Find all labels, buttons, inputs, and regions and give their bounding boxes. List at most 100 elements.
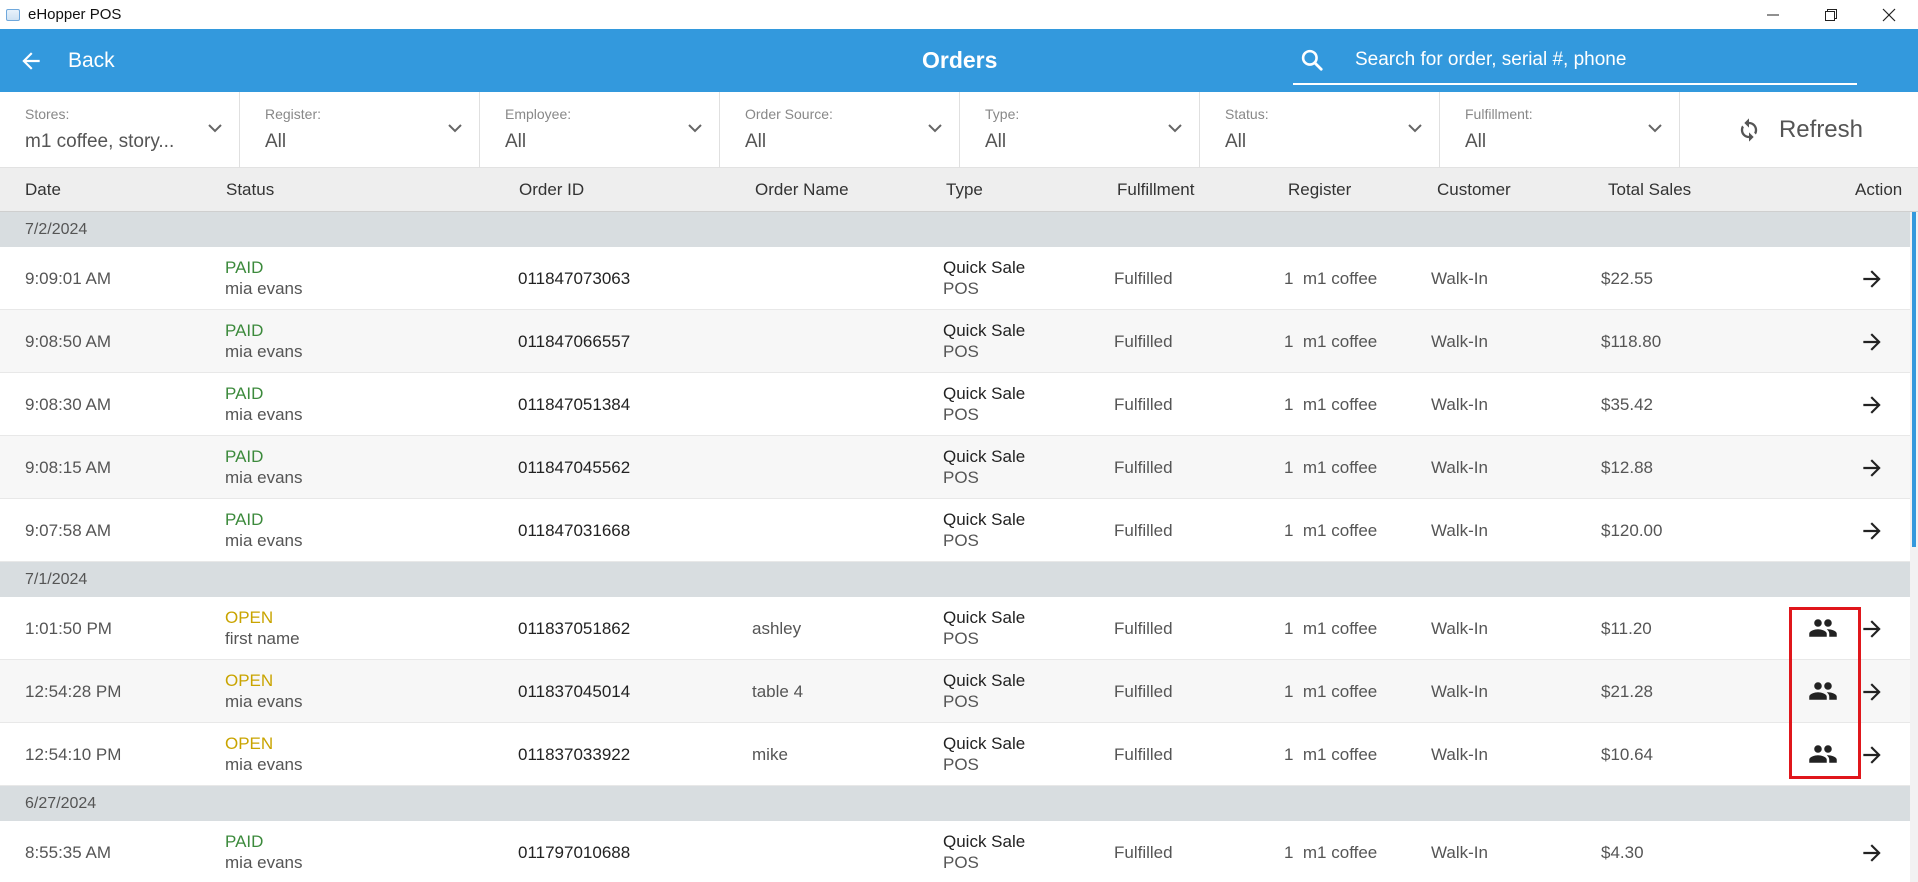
filter-employee[interactable]: Employee: All (480, 92, 720, 168)
minimize-button[interactable] (1744, 0, 1802, 29)
guests-icon[interactable] (1808, 613, 1838, 643)
table-row[interactable]: 9:08:15 AM PAID mia evans 011847045562 Q… (0, 436, 1910, 499)
order-name: mike (752, 745, 788, 764)
type-cell: Quick Sale POS (943, 257, 1025, 299)
column-header-order-id[interactable]: Order ID (519, 168, 584, 211)
column-header-register[interactable]: Register (1288, 168, 1351, 211)
total-sales: $21.28 (1601, 682, 1653, 701)
order-source: POS (943, 629, 979, 648)
open-order-arrow-icon[interactable] (1859, 266, 1885, 292)
search-input[interactable] (1355, 49, 1835, 71)
date-group-header: 7/2/2024 (0, 212, 1910, 247)
search-bar[interactable] (1293, 37, 1857, 85)
table-header: Date Status Order ID Order Name Type Ful… (0, 168, 1918, 212)
order-type: Quick Sale (943, 384, 1026, 403)
back-button[interactable]: Back (18, 29, 115, 92)
order-type: Quick Sale (943, 258, 1026, 277)
status-cell: OPEN first name (225, 607, 300, 649)
scrollbar[interactable] (1910, 212, 1918, 882)
status-badge: OPEN (225, 671, 274, 690)
open-order-arrow-icon[interactable] (1859, 518, 1885, 544)
app-logo-icon (6, 8, 20, 21)
order-source: POS (943, 405, 979, 424)
total-sales: $4.30 (1601, 843, 1644, 862)
filter-stores[interactable]: Stores: m1 coffee, story... (0, 92, 240, 168)
order-time: 9:09:01 AM (25, 269, 112, 288)
open-order-arrow-icon[interactable] (1859, 742, 1885, 768)
date-group-header: 6/27/2024 (0, 786, 1910, 821)
filter-order-source[interactable]: Order Source: All (720, 92, 960, 168)
order-id: 011797010688 (518, 843, 631, 862)
close-button[interactable] (1860, 0, 1918, 29)
guests-icon[interactable] (1808, 739, 1838, 769)
open-order-arrow-icon[interactable] (1859, 455, 1885, 481)
open-order-arrow-icon[interactable] (1859, 392, 1885, 418)
total-sales: $11.20 (1601, 619, 1652, 638)
open-order-arrow-icon[interactable] (1859, 329, 1885, 355)
chevron-down-icon (208, 124, 222, 133)
customer-name: Walk-In (1431, 745, 1488, 764)
register-name: 1 m1 coffee (1284, 745, 1378, 764)
column-header-total-sales[interactable]: Total Sales (1608, 168, 1691, 211)
filter-type[interactable]: Type: All (960, 92, 1200, 168)
type-cell: Quick Sale POS (943, 733, 1025, 775)
column-header-type[interactable]: Type (946, 168, 983, 211)
status-cell: PAID mia evans (225, 831, 302, 873)
guests-icon[interactable] (1808, 676, 1838, 706)
filter-label: Employee: (505, 106, 572, 122)
chevron-down-icon (1648, 124, 1662, 133)
filter-label: Order Source: (745, 106, 833, 122)
chevron-down-icon (688, 124, 702, 133)
order-name: table 4 (752, 682, 804, 701)
table-row[interactable]: 9:07:58 AM PAID mia evans 011847031668 Q… (0, 499, 1910, 562)
order-id: 011837051862 (518, 619, 631, 638)
open-order-arrow-icon[interactable] (1859, 616, 1885, 642)
total-sales: $120.00 (1601, 521, 1663, 540)
status-badge: PAID (225, 258, 264, 277)
order-source: POS (943, 279, 979, 298)
filter-label: Status: (1225, 106, 1269, 122)
fulfillment-status: Fulfilled (1114, 619, 1173, 638)
register-name: 1 m1 coffee (1284, 395, 1378, 414)
order-type: Quick Sale (943, 321, 1026, 340)
register-name: 1 m1 coffee (1284, 332, 1378, 351)
fulfillment-status: Fulfilled (1114, 843, 1173, 862)
column-header-order-name[interactable]: Order Name (755, 168, 849, 211)
table-row[interactable]: 1:01:50 PM OPEN first name 011837051862 … (0, 597, 1910, 660)
order-source: POS (943, 692, 979, 711)
table-row[interactable]: 8:55:35 AM PAID mia evans 011797010688 Q… (0, 821, 1910, 882)
column-header-status[interactable]: Status (226, 168, 274, 211)
order-type: Quick Sale (943, 510, 1026, 529)
table-row[interactable]: 9:08:50 AM PAID mia evans 011847066557 Q… (0, 310, 1910, 373)
order-type: Quick Sale (943, 447, 1026, 466)
status-badge: PAID (225, 447, 264, 466)
filter-label: Stores: (25, 106, 70, 122)
filter-status[interactable]: Status: All (1200, 92, 1440, 168)
open-order-arrow-icon[interactable] (1859, 679, 1885, 705)
restore-button[interactable] (1802, 0, 1860, 29)
total-sales: $12.88 (1601, 458, 1653, 477)
open-order-arrow-icon[interactable] (1859, 840, 1885, 866)
table-row[interactable]: 9:08:30 AM PAID mia evans 011847051384 Q… (0, 373, 1910, 436)
customer-name: Walk-In (1431, 395, 1488, 414)
scrollbar-thumb[interactable] (1912, 212, 1916, 547)
status-badge: OPEN (225, 734, 274, 753)
table-row[interactable]: 9:09:01 AM PAID mia evans 011847073063 Q… (0, 247, 1910, 310)
filter-fulfillment[interactable]: Fulfillment: All (1440, 92, 1680, 168)
app-header: Back Orders (0, 29, 1918, 92)
table-row[interactable]: 12:54:10 PM OPEN mia evans 011837033922 … (0, 723, 1910, 786)
column-header-fulfillment[interactable]: Fulfillment (1117, 168, 1194, 211)
order-source: POS (943, 755, 979, 774)
type-cell: Quick Sale POS (943, 670, 1025, 712)
filter-register[interactable]: Register: All (240, 92, 480, 168)
employee-name: mia evans (225, 853, 303, 872)
table-row[interactable]: 12:54:28 PM OPEN mia evans 011837045014 … (0, 660, 1910, 723)
column-header-date[interactable]: Date (25, 168, 61, 211)
status-cell: PAID mia evans (225, 257, 302, 299)
order-time: 9:08:50 AM (25, 332, 112, 351)
order-id: 011847066557 (518, 332, 631, 351)
status-cell: OPEN mia evans (225, 670, 302, 712)
column-header-customer[interactable]: Customer (1437, 168, 1511, 211)
refresh-button[interactable]: Refresh (1680, 92, 1918, 167)
status-cell: PAID mia evans (225, 446, 302, 488)
